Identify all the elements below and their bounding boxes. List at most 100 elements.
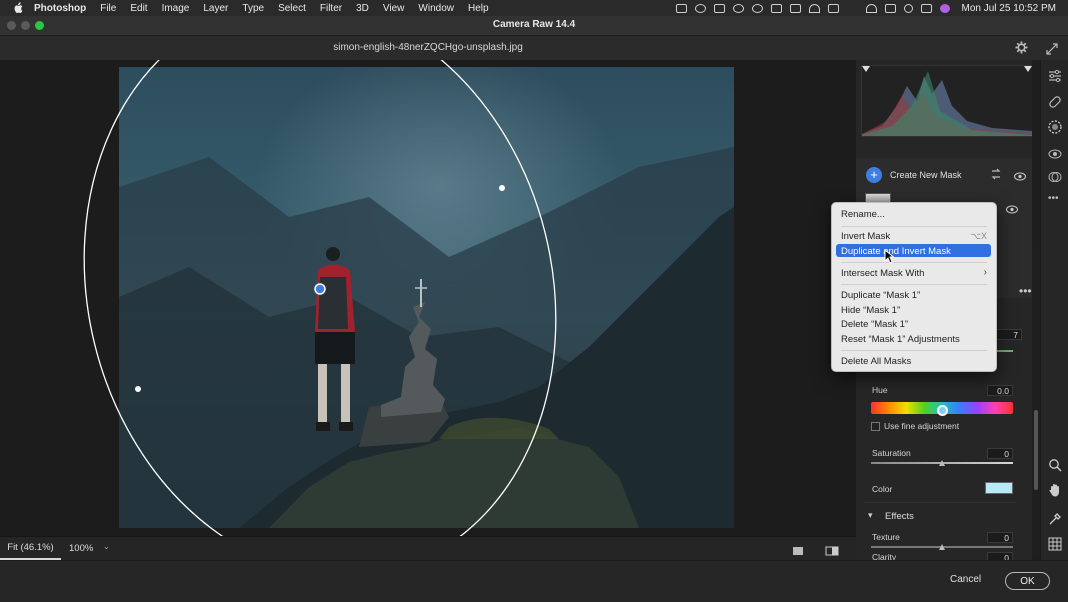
panel-scrollbar[interactable] <box>1032 248 1040 558</box>
menu-layer[interactable]: Layer <box>203 3 228 14</box>
sync-icon[interactable] <box>751 3 763 13</box>
saturation-value-field[interactable]: 0 <box>987 448 1013 459</box>
menu-item-duplicate-invert-mask[interactable]: Duplicate and Invert Mask <box>841 246 951 257</box>
mac-menubar: Photoshop File Edit Image Layer Type Sel… <box>0 0 1068 16</box>
redeye-icon[interactable] <box>1048 146 1062 160</box>
spotlight-search-icon[interactable] <box>903 3 913 13</box>
mask-handle-bottom-left <box>135 386 141 392</box>
texture-label: Texture <box>872 532 900 542</box>
hue-slider-knob[interactable] <box>937 405 948 416</box>
menu-edit[interactable]: Edit <box>130 3 147 14</box>
chevron-down-icon[interactable]: ⌄ <box>103 542 110 551</box>
menu-item-hide-mask[interactable]: Hide “Mask 1” <box>841 305 900 316</box>
fullscreen-icon[interactable] <box>1046 42 1058 60</box>
menu-type[interactable]: Type <box>242 3 264 14</box>
texture-slider-knob[interactable] <box>939 544 945 550</box>
masking-icon[interactable] <box>1048 120 1062 134</box>
apple-icon[interactable] <box>12 2 24 14</box>
menu-item-rename[interactable]: Rename... <box>841 209 885 220</box>
file-name: simon-english-48nerZQCHgo-unsplash.jpg <box>333 42 523 53</box>
partial-slider-track[interactable] <box>996 350 1013 352</box>
creative-cloud-icon[interactable] <box>694 3 706 13</box>
mask-center-pin <box>314 283 326 295</box>
fine-adjustment-checkbox[interactable] <box>871 422 880 431</box>
menu-select[interactable]: Select <box>278 3 306 14</box>
zoom-100-button[interactable]: 100% <box>69 543 93 554</box>
eye-icon[interactable] <box>1014 168 1026 186</box>
menu-window[interactable]: Window <box>418 3 454 14</box>
partial-value-field[interactable]: 7 <box>996 329 1022 340</box>
airplay-icon[interactable] <box>770 3 782 13</box>
menu-item-delete-all-masks[interactable]: Delete All Masks <box>841 356 911 367</box>
presets-icon[interactable] <box>1048 170 1062 184</box>
single-view-icon[interactable] <box>792 543 804 555</box>
menu-app-name[interactable]: Photoshop <box>34 3 86 14</box>
layout-icon[interactable] <box>827 3 839 13</box>
menu-item-duplicate-mask[interactable]: Duplicate “Mask 1” <box>841 290 920 301</box>
fit-zoom-button[interactable]: Fit (46.1%) <box>0 537 61 560</box>
heal-icon[interactable] <box>1048 95 1062 109</box>
keyboard-icon[interactable] <box>884 3 896 13</box>
menu-filter[interactable]: Filter <box>320 3 342 14</box>
mask-context-menu: Rename... Invert Mask ⌥X Duplicate and I… <box>831 202 997 372</box>
siri-icon[interactable] <box>939 3 950 13</box>
cursor-icon <box>884 249 894 264</box>
tool-rail: ••• <box>1040 60 1068 560</box>
chevron-right-icon: › <box>983 267 987 278</box>
canvas-status-bar: Fit (46.1%) 100% ⌄ <box>0 536 856 560</box>
more-options-icon[interactable]: ••• <box>1019 284 1032 298</box>
mask-eye-icon[interactable] <box>1006 201 1018 219</box>
menu-item-reset-mask[interactable]: Reset “Mask 1” Adjustments <box>841 334 960 345</box>
control-center-icon[interactable] <box>920 3 932 13</box>
bookmark-icon[interactable] <box>789 3 801 13</box>
color-label: Color <box>872 484 893 494</box>
histogram <box>861 65 1032 137</box>
bluetooth-icon[interactable] <box>847 4 858 13</box>
clarity-value-field[interactable]: 0 <box>987 552 1013 560</box>
record-icon[interactable] <box>675 3 687 13</box>
hand-icon[interactable] <box>1048 483 1062 497</box>
menu-view[interactable]: View <box>383 3 405 14</box>
menu-item-intersect-mask[interactable]: Intersect Mask With <box>841 268 924 279</box>
effects-section-header[interactable]: Effects <box>885 511 914 522</box>
ok-button[interactable]: OK <box>1005 572 1050 590</box>
grid-icon[interactable] <box>1048 537 1062 551</box>
color-swatch[interactable] <box>985 482 1013 494</box>
cancel-button[interactable]: Cancel <box>950 574 981 585</box>
chevron-down-icon[interactable]: ▾ <box>868 510 873 521</box>
menu-separator <box>841 284 987 285</box>
menu-item-invert-mask[interactable]: Invert Mask <box>841 231 890 242</box>
edit-icon[interactable] <box>1048 69 1062 83</box>
dropbox-icon[interactable] <box>713 3 725 13</box>
status-icons: Mon Jul 25 10:52 PM <box>675 0 1057 16</box>
hue-value-field[interactable]: 0.0 <box>987 385 1013 396</box>
menubar-clock[interactable]: Mon Jul 25 10:52 PM <box>962 3 1057 14</box>
wifi-icon[interactable] <box>865 3 877 13</box>
texture-value-field[interactable]: 0 <box>987 532 1013 543</box>
menu-3d[interactable]: 3D <box>356 3 369 14</box>
invert-shortcut: ⌥X <box>970 231 987 241</box>
gear-icon[interactable] <box>1015 41 1028 59</box>
menu-separator <box>841 262 987 263</box>
before-after-icon[interactable] <box>825 543 839 556</box>
menu-file[interactable]: File <box>100 3 116 14</box>
menu-image[interactable]: Image <box>162 3 190 14</box>
panel-scrollbar-thumb[interactable] <box>1034 410 1038 490</box>
arc-icon[interactable] <box>808 3 820 13</box>
sampler-icon[interactable] <box>1048 512 1062 526</box>
menu-help[interactable]: Help <box>468 3 489 14</box>
globe-icon[interactable] <box>732 3 744 13</box>
create-new-mask-button[interactable]: + <box>866 167 882 183</box>
radial-mask-overlay[interactable] <box>0 60 856 536</box>
dialog-footer: Cancel OK <box>0 560 1068 602</box>
more-icon[interactable]: ••• <box>1048 193 1062 207</box>
saturation-label: Saturation <box>872 448 911 458</box>
menu-item-delete-mask[interactable]: Delete “Mask 1” <box>841 319 908 330</box>
zoom-icon[interactable] <box>1048 458 1062 472</box>
menu-separator <box>841 350 987 351</box>
saturation-slider-knob[interactable] <box>939 460 945 466</box>
clarity-label: Clarity <box>872 552 897 560</box>
create-new-mask-label: Create New Mask <box>890 170 962 180</box>
invert-icon[interactable] <box>990 167 1002 185</box>
image-canvas[interactable] <box>0 60 856 536</box>
